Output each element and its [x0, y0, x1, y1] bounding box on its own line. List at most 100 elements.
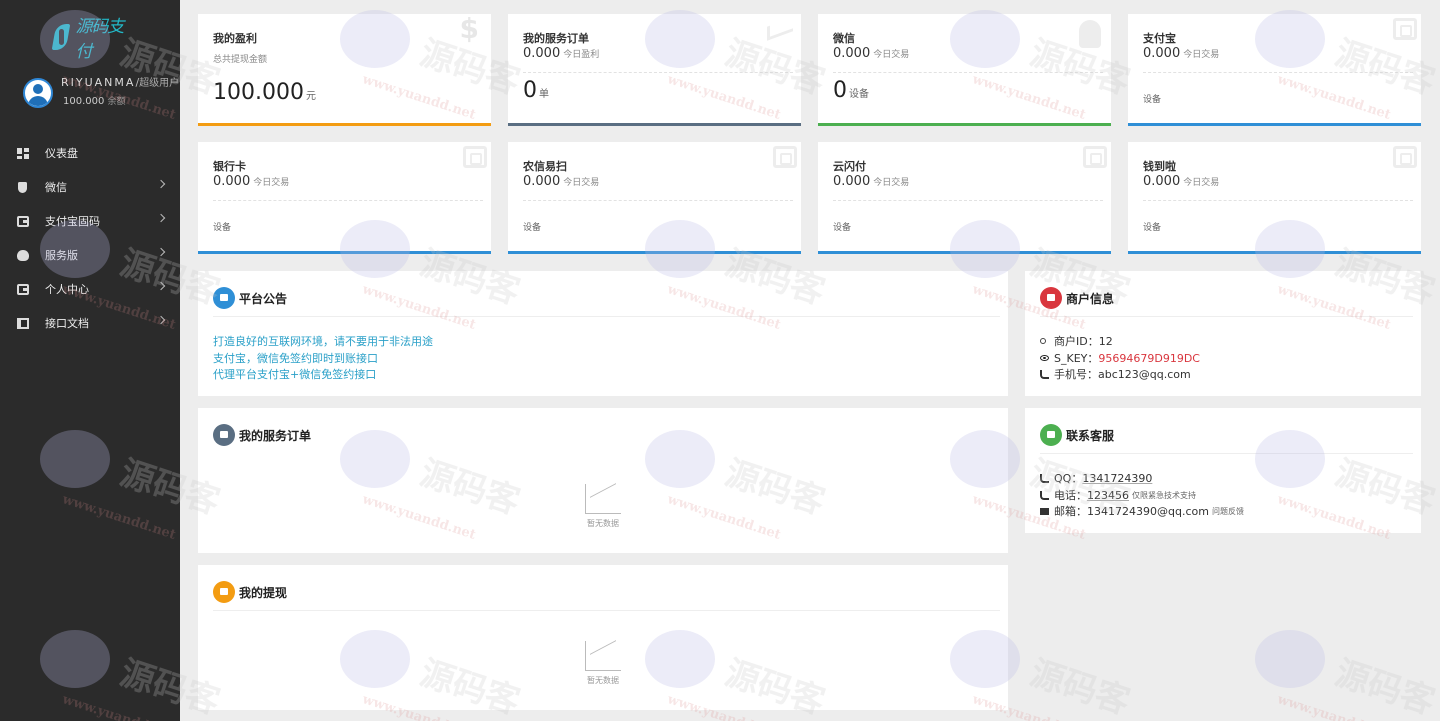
divider: [213, 200, 483, 201]
user-icon: [1040, 338, 1046, 344]
stat-today: 0.000 今日盈利: [523, 46, 600, 61]
balance-value: 100.000: [63, 96, 105, 107]
stat-today: 0.000 今日交易: [833, 46, 910, 61]
trend-icon: [767, 17, 793, 41]
phone-icon: [1040, 490, 1049, 500]
balance-unit: 余额: [107, 97, 126, 107]
panel-title: 我的提现: [239, 585, 288, 600]
user-profile[interactable]: RIYUANMA/超级用户 100.000 余额: [23, 74, 179, 111]
tel-label: 电话：: [1054, 489, 1087, 502]
sidebar-item-label: 仪表盘: [45, 147, 78, 160]
stat-card-qiandaola: 钱到啦 0.000 今日交易 设备: [1128, 142, 1421, 254]
stat-bar: [1128, 123, 1421, 126]
stat-value: 0单: [523, 78, 549, 103]
avatar[interactable]: [23, 77, 53, 108]
empty-state: 暂无数据: [585, 641, 621, 686]
service-orders-panel: 我的服务订单 暂无数据: [198, 408, 1008, 553]
stat-footer: 设备: [523, 223, 542, 233]
notice-panel: 平台公告 打造良好的互联网环境，请不要用于非法用途 支付宝，微信免签约即时到账接…: [198, 271, 1008, 396]
phone-icon: [1040, 369, 1049, 379]
stat-title: 我的盈利: [213, 32, 257, 45]
stat-today: 0.000 今日交易: [1143, 46, 1220, 61]
contact-mail-row: 邮箱： 1341724390@qq.com 问题反馈: [1040, 503, 1244, 519]
logo-mark-icon: [52, 24, 71, 50]
phone-icon: [1040, 424, 1062, 446]
withdraw-panel: 我的提现 暂无数据: [198, 565, 1008, 710]
tel-note: 仅限紧急技术支持: [1132, 490, 1196, 500]
merchant-info-panel: 商户信息 商户ID： 12 S_KEY： 95694679D919DC 手机号：…: [1025, 271, 1421, 396]
stat-title: 钱到啦: [1143, 160, 1176, 173]
withdraw-icon: [213, 581, 235, 603]
mail-link[interactable]: 1341724390@qq.com: [1087, 505, 1209, 518]
mail-note: 问题反馈: [1211, 506, 1244, 516]
sidebar-item-alipay-fixed-code[interactable]: 支付宝固码: [0, 204, 180, 238]
stat-card-bank-card: 银行卡 0.000 今日交易 设备: [198, 142, 491, 254]
chevron-right-icon: [156, 315, 166, 325]
divider: [523, 72, 793, 73]
stat-card-nongxin: 农信易扫 0.000 今日交易 设备: [508, 142, 801, 254]
empty-chart-icon: [585, 484, 621, 514]
notice-item[interactable]: 支付宝，微信免签约即时到账接口: [213, 350, 378, 366]
key-value[interactable]: 95694679D919DC: [1098, 352, 1200, 365]
app-logo[interactable]: 源码支付: [52, 17, 132, 62]
stat-value: 0 设备: [833, 78, 869, 103]
watermark-logo: [1255, 630, 1325, 688]
empty-text: 暂无数据: [587, 676, 619, 685]
sidebar-item-label: 微信: [45, 181, 67, 194]
sidebar-item-api-docs[interactable]: 接口文档: [0, 306, 180, 340]
book-icon: [17, 317, 29, 329]
divider: [1143, 200, 1413, 201]
sidebar-item-wechat[interactable]: 微信: [0, 170, 180, 204]
stat-footer: 设备: [1143, 95, 1162, 105]
wallet-box-icon: [773, 146, 797, 168]
panel-title: 平台公告: [239, 291, 288, 306]
user-icon: [1040, 287, 1062, 309]
sidebar-item-label: 服务版: [45, 249, 78, 262]
panel-title: 商户信息: [1066, 291, 1115, 306]
empty-text: 暂无数据: [587, 519, 619, 528]
android-icon: [1079, 20, 1101, 48]
tel-link[interactable]: 123456: [1087, 489, 1129, 502]
sidebar-item-service[interactable]: 服务版: [0, 238, 180, 272]
watermark-text: 源码客: [1330, 653, 1440, 721]
empty-chart-icon: [585, 641, 621, 671]
stat-card-wechat: 微信 0.000 今日交易 0 设备: [818, 14, 1111, 126]
stat-today: 0.000 今日交易: [523, 174, 600, 189]
empty-state: 暂无数据: [585, 484, 621, 529]
wallet-icon: [17, 283, 29, 295]
divider: [523, 200, 793, 201]
stat-title: 农信易扫: [523, 160, 567, 173]
phone-value: abc123@qq.com: [1098, 367, 1191, 381]
notice-item[interactable]: 打造良好的互联网环境，请不要用于非法用途: [213, 333, 433, 349]
stat-bar: [818, 251, 1111, 254]
sidebar-item-label: 支付宝固码: [45, 215, 100, 228]
logo-text: 源码支付: [75, 17, 124, 62]
stat-card-alipay: 支付宝 0.000 今日交易 设备: [1128, 14, 1421, 126]
eye-icon: [1040, 355, 1049, 361]
sidebar-item-profile[interactable]: 个人中心: [0, 272, 180, 306]
watermark-url: www.yuandd.net: [1275, 692, 1393, 721]
divider: [1040, 453, 1413, 454]
notice-item[interactable]: 代理平台支付宝+微信免签约接口: [213, 366, 376, 382]
stat-footer: 设备: [213, 223, 232, 233]
sidebar: 源码支付 RIYUANMA/超级用户 100.000 余额 仪表盘 微信 支付宝…: [0, 0, 180, 721]
chevron-right-icon: [156, 179, 166, 189]
stat-title: 银行卡: [213, 160, 246, 173]
stat-value: 100.000 元: [213, 80, 316, 105]
sidebar-item-label: 个人中心: [45, 283, 89, 296]
merchant-phone-row: 手机号： abc123@qq.com: [1040, 366, 1191, 382]
stat-title: 微信: [833, 32, 855, 45]
qq-link[interactable]: 1341724390: [1082, 472, 1152, 485]
contact-panel: 联系客服 QQ： 1341724390 电话： 123456 仅限紧急技术支持 …: [1025, 408, 1421, 533]
mail-icon: [1040, 507, 1049, 515]
megaphone-icon: [213, 287, 235, 309]
stat-bar: [508, 123, 801, 126]
mail-label: 邮箱：: [1054, 505, 1087, 518]
chevron-right-icon: [156, 247, 166, 257]
wallet-box-icon: [1393, 146, 1417, 168]
sidebar-item-dashboard[interactable]: 仪表盘: [0, 136, 180, 170]
key-label: S_KEY：: [1054, 352, 1099, 365]
stat-footer: 设备: [833, 223, 852, 233]
watermark-text: 源码客: [1025, 653, 1135, 721]
divider: [833, 200, 1103, 201]
